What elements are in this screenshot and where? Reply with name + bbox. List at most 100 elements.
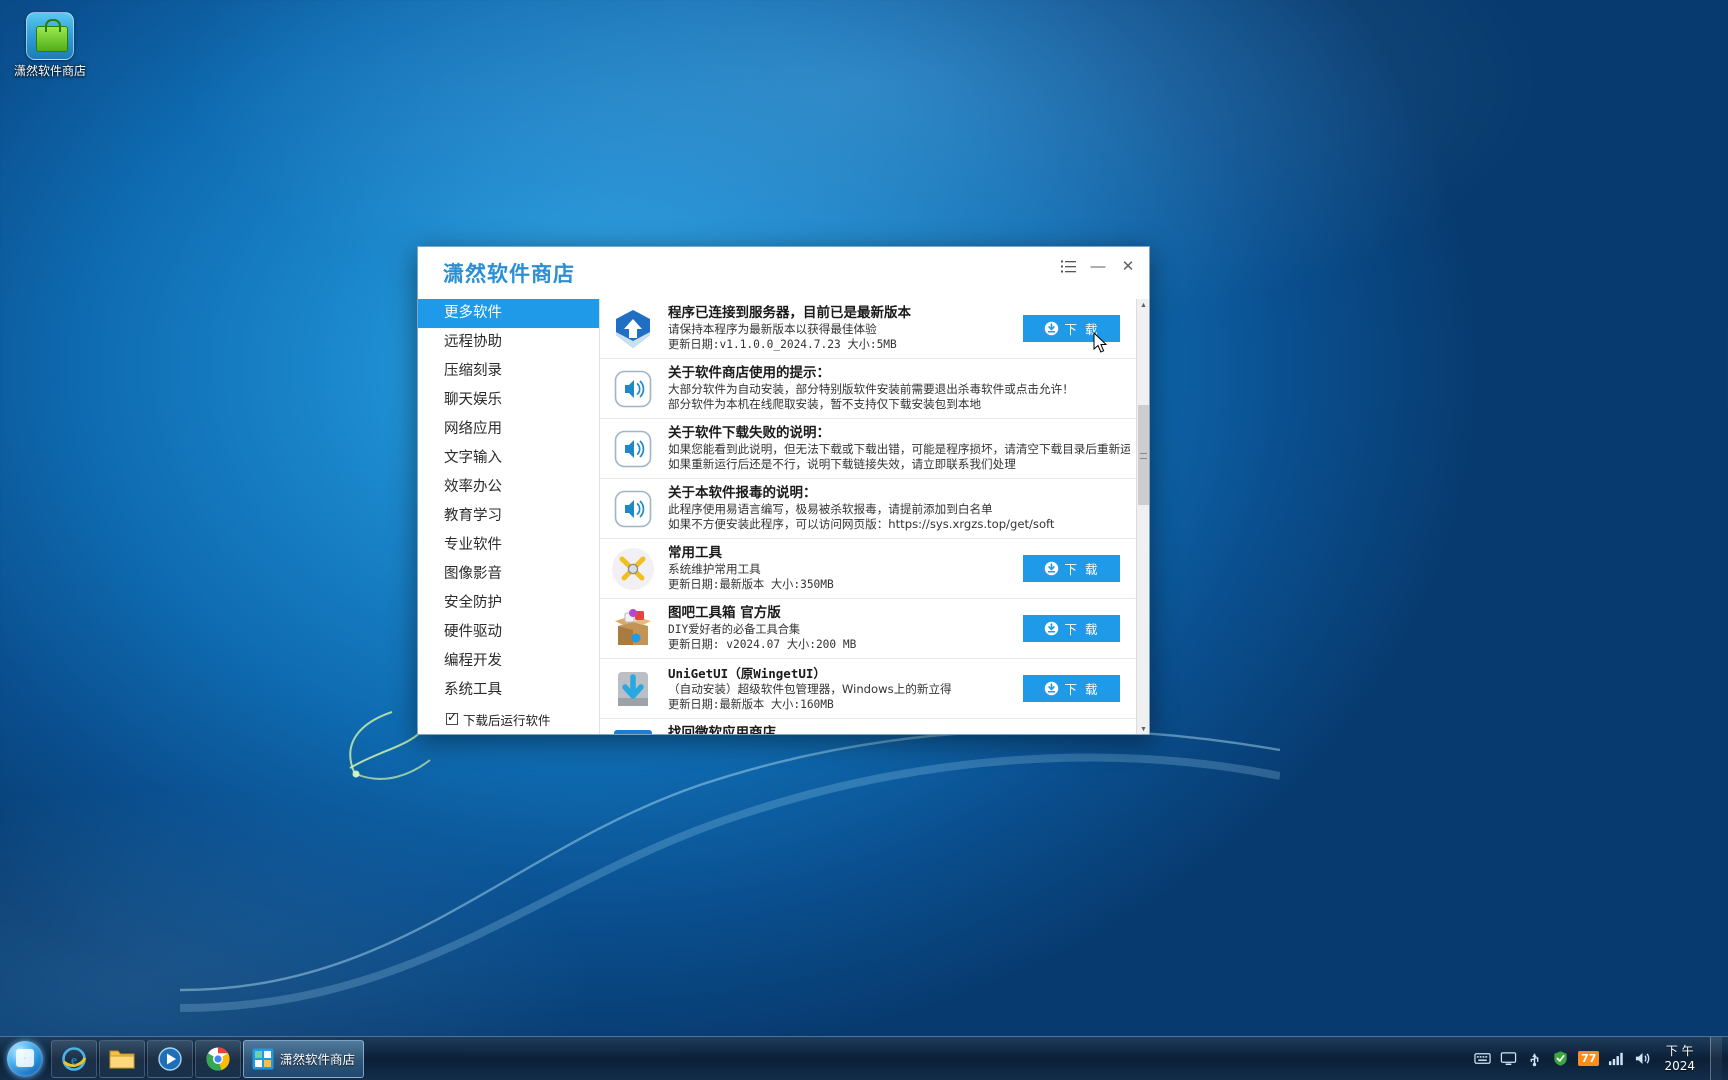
- tools-wrench-icon: [610, 546, 656, 592]
- taskbar-internet-explorer[interactable]: e: [51, 1039, 97, 1078]
- sidebar-item-more-software[interactable]: 更多软件: [418, 299, 599, 328]
- download-button[interactable]: 下 载: [1023, 615, 1120, 642]
- list-item[interactable]: 关于本软件报毒的说明： 此程序使用易语言编写，极易被杀软报毒，请提前添加到白名单…: [600, 479, 1136, 539]
- menu-icon[interactable]: [1055, 254, 1081, 278]
- toolbox-carton-icon: [610, 606, 656, 652]
- sidebar-item-hardware-drivers[interactable]: 硬件驱动: [418, 618, 599, 647]
- list-item-meta: 更新日期: v2024.07 大小:200 MB: [668, 638, 857, 651]
- sidebar-item-security[interactable]: 安全防护: [418, 589, 599, 618]
- software-list-wrapper: 程序已连接到服务器，目前已是最新版本 请保持本程序为最新版本以获得最佳体验 更新…: [600, 299, 1149, 734]
- sidebar-item-compress-burn[interactable]: 压缩刻录: [418, 357, 599, 386]
- keyboard-tray-icon[interactable]: [1474, 1050, 1491, 1067]
- download-icon: [1044, 681, 1058, 696]
- download-button[interactable]: 下 载: [1023, 555, 1120, 582]
- list-item[interactable]: 图吧工具箱 官方版 DIY爱好者的必备工具合集 更新日期: v2024.07 大…: [600, 599, 1136, 659]
- sidebar-item-professional[interactable]: 专业软件: [418, 531, 599, 560]
- chrome-icon: [206, 1047, 230, 1071]
- run-after-download-checkbox[interactable]: 下载后运行软件: [418, 702, 599, 734]
- list-item-text: 图吧工具箱 官方版 DIY爱好者的必备工具合集 更新日期: v2024.07 大…: [668, 605, 1023, 652]
- list-item-desc2: 如果不方便安装此程序，可以访问网页版：https://sys.xrgzs.top…: [668, 517, 1055, 531]
- window-body: 更多软件 远程协助 压缩刻录 聊天娱乐 网络应用 文字输入 效率办公 教育学习 …: [418, 299, 1149, 734]
- windows-orb-icon: [7, 1040, 43, 1077]
- download-button-label: 下 载: [1064, 622, 1100, 637]
- download-button[interactable]: 下 载: [1023, 675, 1120, 702]
- list-item[interactable]: 常用工具 系统维护常用工具 更新日期:最新版本 大小:350MB 下 载: [600, 539, 1136, 599]
- sidebar-item-remote-assist[interactable]: 远程协助: [418, 328, 599, 357]
- list-item-desc: 请保持本程序为最新版本以获得最佳体验: [668, 322, 877, 336]
- taskbar: e 潇然软件商店 77 下 午 2024: [0, 1036, 1728, 1080]
- wallpaper-swoosh-light: [180, 690, 1280, 1020]
- show-desktop-button[interactable]: [1710, 1036, 1722, 1080]
- checkbox-box-icon: [446, 710, 458, 726]
- download-button[interactable]: 下 载: [1023, 315, 1120, 342]
- volume-icon[interactable]: [1634, 1050, 1651, 1067]
- scroll-down-arrow-icon[interactable]: ▼: [1137, 723, 1149, 734]
- window-controls: — ✕: [1055, 254, 1141, 278]
- svg-text:e: e: [71, 1053, 77, 1068]
- usb-tray-icon[interactable]: [1526, 1050, 1543, 1067]
- list-item[interactable]: 关于软件商店使用的提示： 大部分软件为自动安装，部分特别版软件安装前需要退出杀毒…: [600, 359, 1136, 419]
- run-after-download-label: 下载后运行软件: [463, 712, 551, 728]
- desktop-icon-label: 潇然软件商店: [13, 64, 86, 78]
- taskbar-clock[interactable]: 下 午 2024: [1660, 1044, 1701, 1074]
- network-signal-icon[interactable]: [1608, 1050, 1625, 1067]
- taskbar-media-player[interactable]: [147, 1039, 193, 1078]
- list-item-title: 图吧工具箱 官方版: [668, 605, 781, 621]
- software-list: 程序已连接到服务器，目前已是最新版本 请保持本程序为最新版本以获得最佳体验 更新…: [600, 299, 1136, 734]
- store-window-icon: [252, 1048, 274, 1069]
- sidebar-item-text-input[interactable]: 文字输入: [418, 444, 599, 473]
- list-item-title: 程序已连接到服务器，目前已是最新版本: [668, 305, 911, 321]
- sidebar-item-network-apps[interactable]: 网络应用: [418, 415, 599, 444]
- scroll-up-arrow-icon[interactable]: ▲: [1137, 299, 1149, 312]
- vertical-scrollbar[interactable]: ▲ ▼: [1136, 299, 1149, 734]
- list-item-desc2: 部分软件为本机在线爬取安装，暂不支持仅下载安装包到本地: [668, 397, 982, 411]
- clock-date: 2024: [1664, 1058, 1695, 1073]
- list-item-desc: DIY爱好者的必备工具合集: [668, 623, 801, 636]
- download-button-label: 下 载: [1064, 322, 1100, 337]
- start-button[interactable]: [0, 1038, 50, 1080]
- list-item-title: 常用工具: [668, 545, 722, 561]
- scrollbar-thumb[interactable]: [1138, 405, 1149, 505]
- list-item-desc: 如果您能看到此说明，但无法下载或下载出错，可能是程序损坏，请清空下载目录后重新运…: [668, 442, 1130, 456]
- speaker-announce-icon: [610, 366, 656, 412]
- list-item-text: 常用工具 系统维护常用工具 更新日期:最新版本 大小:350MB: [668, 545, 1023, 592]
- taskbar-google-chrome[interactable]: [195, 1039, 241, 1078]
- speaker-announce-icon: [610, 426, 656, 472]
- internet-explorer-icon: e: [62, 1046, 87, 1071]
- list-item[interactable]: 关于软件下载失败的说明： 如果您能看到此说明，但无法下载或下载出错，可能是程序损…: [600, 419, 1136, 479]
- sidebar-item-system-tools[interactable]: 系统工具: [418, 676, 599, 702]
- sidebar-item-programming[interactable]: 编程开发: [418, 647, 599, 676]
- close-button[interactable]: ✕: [1115, 254, 1141, 278]
- sidebar-item-office-efficiency[interactable]: 效率办公: [418, 473, 599, 502]
- list-item-desc: 此程序使用易语言编写，极易被杀软报毒，请提前添加到白名单: [668, 502, 993, 516]
- store-bag-icon: [26, 12, 74, 60]
- content-panel: 程序已连接到服务器，目前已是最新版本 请保持本程序为最新版本以获得最佳体验 更新…: [600, 299, 1149, 734]
- taskbar-windows-explorer[interactable]: [99, 1039, 145, 1078]
- list-item-meta: 更新日期:v1.1.0.0_2024.7.23 大小:5MB: [668, 338, 897, 351]
- download-icon: [1044, 561, 1058, 576]
- list-lines-icon: [1060, 260, 1076, 272]
- desktop-icon-xiaoran-store[interactable]: 潇然软件商店: [8, 8, 92, 78]
- sidebar-item-chat-entertainment[interactable]: 聊天娱乐: [418, 386, 599, 415]
- list-item-text: 关于软件商店使用的提示： 大部分软件为自动安装，部分特别版软件安装前需要退出杀毒…: [668, 365, 1136, 412]
- list-item[interactable]: 程序已连接到服务器，目前已是最新版本 请保持本程序为最新版本以获得最佳体验 更新…: [600, 299, 1136, 359]
- sidebar-item-image-audio-video[interactable]: 图像影音: [418, 560, 599, 589]
- download-icon: [1044, 321, 1058, 336]
- list-item-desc: 系统维护常用工具: [668, 562, 761, 576]
- media-player-icon: [158, 1046, 182, 1071]
- display-tray-icon[interactable]: [1500, 1050, 1517, 1067]
- download-icon: [1044, 621, 1058, 636]
- shield-security-icon[interactable]: [1552, 1050, 1569, 1067]
- app-title: 潇然软件商店: [443, 262, 575, 286]
- list-item[interactable]: UniGetUI（原WingetUI） （自动安装）超级软件包管理器，Windo…: [600, 659, 1136, 719]
- taskbar-xiaoran-store[interactable]: 潇然软件商店: [243, 1039, 365, 1078]
- list-item-desc2: 如果重新运行后还是不行，说明下载链接失效，请立即联系我们处理: [668, 457, 1016, 471]
- list-item-title: 关于本软件报毒的说明：: [668, 485, 817, 501]
- download-arrow-icon: [610, 666, 656, 712]
- upload-shield-icon: [610, 306, 656, 352]
- window-titlebar[interactable]: 潇然软件商店 — ✕: [418, 247, 1149, 299]
- battery-percent-badge[interactable]: 77: [1578, 1051, 1600, 1066]
- list-item[interactable]: 找回微软应用商店 通过老版本安装包修复,支持Win10及以上,32和64位系统 …: [600, 719, 1136, 734]
- sidebar-item-education[interactable]: 教育学习: [418, 502, 599, 531]
- minimize-button[interactable]: —: [1085, 254, 1111, 278]
